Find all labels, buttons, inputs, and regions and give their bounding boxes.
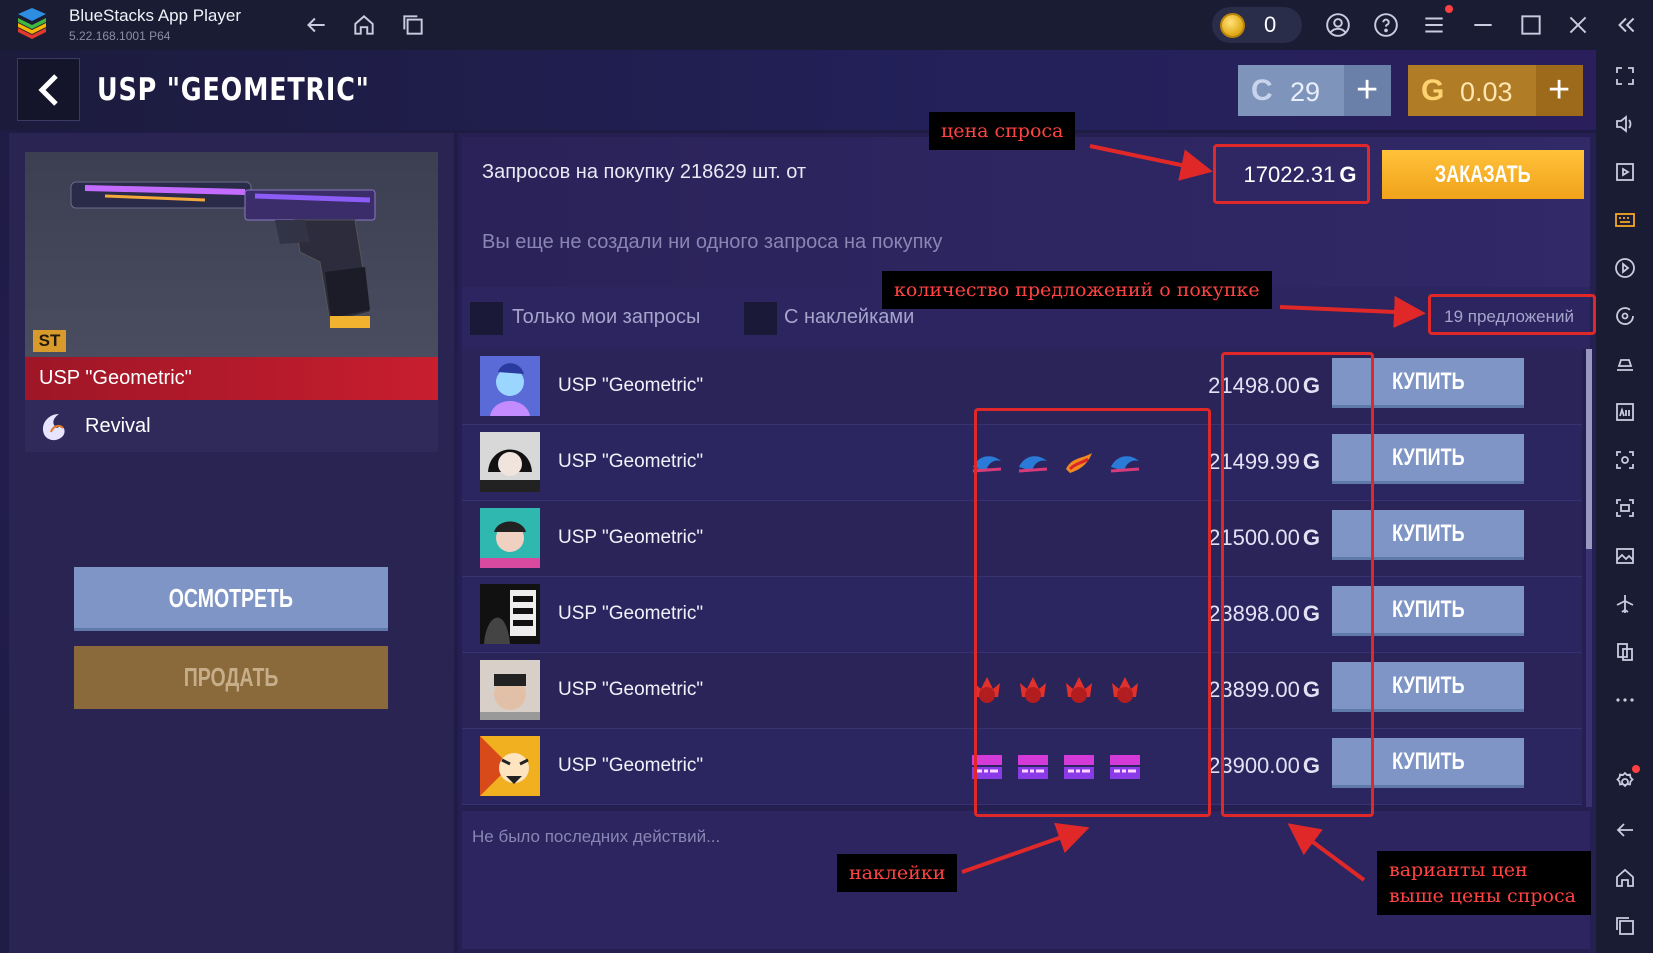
page-title: USP "GEOMETRIC" bbox=[97, 72, 370, 108]
add-silver-button[interactable]: + bbox=[1356, 70, 1378, 110]
notification-dot bbox=[1445, 5, 1453, 13]
coin-icon bbox=[1220, 13, 1245, 38]
inspect-button[interactable]: ОСМОТРЕТЬ bbox=[74, 567, 388, 631]
recent-actions-text: Не было последних действий... bbox=[472, 827, 721, 846]
video-icon[interactable] bbox=[1611, 158, 1639, 186]
media-icon[interactable] bbox=[1611, 542, 1639, 570]
listing-name: USP "Geometric" bbox=[558, 375, 704, 396]
home-icon[interactable] bbox=[1611, 864, 1639, 892]
silver-coin-icon: C bbox=[1251, 74, 1273, 107]
pistol-image bbox=[70, 181, 376, 328]
weapon-name: USP "Geometric" bbox=[39, 367, 192, 389]
order-button[interactable]: ЗАКАЗАТЬ bbox=[1382, 150, 1584, 199]
play-icon[interactable] bbox=[1611, 254, 1639, 282]
volume-icon[interactable] bbox=[1611, 110, 1639, 138]
chevron-left-icon bbox=[37, 73, 58, 106]
more-icon[interactable] bbox=[1611, 686, 1639, 714]
titlebar: BlueStacks App Player 5.22.168.1001 P64 … bbox=[0, 0, 1653, 50]
listing-name: USP "Geometric" bbox=[558, 755, 704, 776]
prices-highlight bbox=[1221, 352, 1374, 817]
add-gold-button[interactable]: + bbox=[1548, 70, 1570, 110]
gold-coin-icon: G bbox=[1421, 74, 1445, 107]
weapon-name-bar: USP "Geometric" bbox=[25, 357, 438, 400]
stickers-highlight bbox=[974, 408, 1211, 817]
annotation-offers-quantity: количество предложений о покупке bbox=[882, 271, 1272, 309]
sell-button[interactable]: ПРОДАТЬ bbox=[74, 646, 388, 709]
bluestacks-logo-icon bbox=[18, 8, 46, 39]
game-header: USP "GEOMETRIC" C 29 + G 0.03 + bbox=[0, 50, 1596, 130]
multi-instance-icon[interactable] bbox=[1611, 638, 1639, 666]
listing-name: USP "Geometric" bbox=[558, 451, 704, 472]
rotate-icon[interactable] bbox=[1611, 302, 1639, 330]
scrollbar-thumb[interactable] bbox=[1586, 349, 1592, 549]
offers-count-highlight bbox=[1428, 294, 1596, 335]
fullscreen-icon[interactable] bbox=[1611, 62, 1639, 90]
minimize-icon[interactable] bbox=[1468, 10, 1498, 40]
bluestacks-sidebar bbox=[1596, 50, 1653, 953]
phoenix-icon bbox=[42, 414, 65, 441]
account-icon[interactable] bbox=[1323, 10, 1353, 40]
listing-name: USP "Geometric" bbox=[558, 603, 704, 624]
app-title: BlueStacks App Player bbox=[69, 6, 241, 25]
airplane-icon[interactable] bbox=[1611, 590, 1639, 618]
silver-currency-value: 29 bbox=[1290, 77, 1321, 107]
coin-count: 0 bbox=[1264, 12, 1277, 37]
multi-window-icon[interactable] bbox=[398, 10, 428, 40]
annotation-demand-price: цена спроса bbox=[929, 112, 1076, 150]
screen-record-icon[interactable] bbox=[1611, 494, 1639, 522]
seller-avatar bbox=[480, 508, 540, 568]
settings-notification-dot bbox=[1632, 765, 1640, 773]
gold-currency[interactable]: G 0.03 + bbox=[1408, 65, 1583, 116]
with-stickers-checkbox[interactable] bbox=[744, 302, 777, 335]
item-panel: ST USP "Geometric" Revival ОСМОТРЕТЬ ПРО… bbox=[9, 133, 454, 953]
app-version: 5.22.168.1001 P64 bbox=[69, 29, 171, 43]
silver-currency[interactable]: C 29 + bbox=[1238, 65, 1391, 116]
seller-avatar bbox=[480, 660, 540, 720]
menu-icon[interactable] bbox=[1419, 10, 1449, 40]
game-back-button[interactable] bbox=[17, 58, 80, 121]
gold-currency-value: 0.03 bbox=[1460, 77, 1513, 107]
seller-avatar bbox=[480, 736, 540, 796]
with-stickers-label: С наклейками bbox=[784, 306, 915, 328]
seller-avatar bbox=[480, 432, 540, 492]
back-icon[interactable] bbox=[1611, 816, 1639, 844]
seller-avatar bbox=[480, 356, 540, 416]
apk-icon[interactable] bbox=[1611, 398, 1639, 426]
seller-avatar bbox=[480, 584, 540, 644]
collection-name: Revival bbox=[85, 415, 151, 437]
demand-price-highlight bbox=[1213, 144, 1370, 204]
annotation-price-variants: варианты цен выше цены спроса bbox=[1377, 851, 1591, 915]
shake-icon[interactable] bbox=[1611, 350, 1639, 378]
buy-requests-summary: Запросов на покупку 218629 шт. от bbox=[482, 161, 807, 183]
close-icon[interactable] bbox=[1563, 10, 1593, 40]
collapse-sidebar-icon[interactable] bbox=[1611, 10, 1641, 40]
screenshot-icon[interactable] bbox=[1611, 446, 1639, 474]
help-icon[interactable] bbox=[1371, 10, 1401, 40]
back-arrow-icon[interactable] bbox=[301, 10, 331, 40]
buy-request-section: Запросов на покупку 218629 шт. от 17022.… bbox=[462, 137, 1590, 287]
only-mine-checkbox[interactable] bbox=[470, 302, 503, 335]
weapon-preview[interactable]: ST bbox=[25, 152, 438, 357]
maximize-icon[interactable] bbox=[1516, 10, 1546, 40]
listing-name: USP "Geometric" bbox=[558, 679, 704, 700]
listing-name: USP "Geometric" bbox=[558, 527, 704, 548]
recent-apps-icon[interactable] bbox=[1611, 912, 1639, 940]
stattrak-badge: ST bbox=[33, 330, 66, 352]
collection-bar: Revival bbox=[25, 400, 438, 452]
home-icon[interactable] bbox=[349, 10, 379, 40]
bluestacks-coins[interactable]: 0 bbox=[1212, 7, 1302, 43]
keyboard-icon[interactable] bbox=[1611, 206, 1639, 234]
only-mine-label: Только мои запросы bbox=[512, 306, 701, 328]
no-requests-text: Вы еще не создали ни одного запроса на п… bbox=[482, 231, 943, 253]
annotation-stickers: наклейки bbox=[837, 854, 958, 892]
